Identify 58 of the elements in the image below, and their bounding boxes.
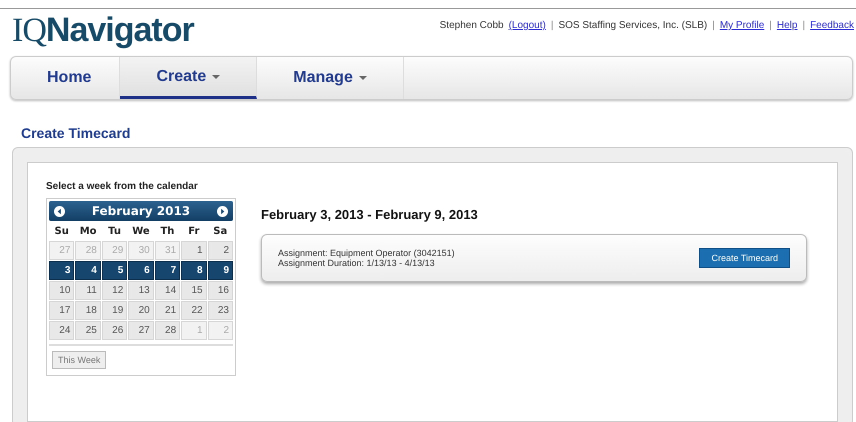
- weekday-label: Th: [159, 225, 176, 239]
- header-link[interactable]: Feedback: [810, 20, 854, 31]
- day-cell[interactable]: 7: [154, 261, 180, 280]
- weekday-label: Su: [54, 225, 70, 239]
- day-cell[interactable]: 12: [102, 281, 128, 300]
- nav-tab[interactable]: Manage: [257, 57, 404, 99]
- day-cell[interactable]: 3: [49, 261, 74, 280]
- day-cell[interactable]: 20: [128, 301, 154, 320]
- day-cell[interactable]: 21: [154, 301, 180, 320]
- header-text: SOS Staffing Services, Inc. (SLB): [558, 20, 708, 31]
- next-icon[interactable]: [216, 206, 228, 216]
- day-cell[interactable]: 25: [75, 321, 101, 340]
- day-cell[interactable]: 27: [128, 321, 154, 340]
- page-title: Create Timecard: [21, 125, 132, 141]
- day-cell[interactable]: 15: [181, 281, 207, 300]
- previous-icon[interactable]: [54, 206, 65, 216]
- nav-tab[interactable]: Create: [120, 57, 258, 99]
- day-cell[interactable]: 23: [208, 301, 233, 320]
- day-cell[interactable]: 11: [75, 281, 101, 300]
- header-link[interactable]: My Profile: [720, 20, 764, 31]
- day-cell[interactable]: 18: [75, 301, 101, 320]
- header-text: Stephen Cobb: [440, 20, 504, 31]
- header-link[interactable]: Help: [776, 20, 798, 31]
- day-cell[interactable]: 17: [49, 301, 74, 320]
- day-cell[interactable]: 4: [75, 261, 101, 280]
- day-cell[interactable]: 8: [181, 261, 207, 280]
- day-cell[interactable]: 5: [102, 261, 128, 280]
- separator: |: [712, 20, 715, 31]
- weekday-label: We: [131, 225, 151, 239]
- weekday-label: Fr: [187, 225, 200, 239]
- day-cell[interactable]: 28: [154, 321, 180, 340]
- day-cell[interactable]: 16: [208, 281, 233, 300]
- week-range: February 3, 2013 - February 9, 2013: [261, 207, 479, 222]
- assignment-text: Assignment: Equipment Operator (3042151): [278, 248, 455, 258]
- day-cell[interactable]: 1: [181, 241, 207, 260]
- weekday-label: Sa: [212, 225, 228, 239]
- day-cell[interactable]: 9: [208, 261, 233, 280]
- weekday-label: Tu: [107, 225, 122, 239]
- day-cell[interactable]: 26: [102, 321, 128, 340]
- separator: |: [802, 20, 806, 31]
- day-cell[interactable]: 2: [208, 241, 233, 260]
- day-cell[interactable]: 10: [49, 281, 74, 300]
- create-timecard-button[interactable]: Create Timecard: [699, 248, 790, 268]
- day-cell[interactable]: 22: [181, 301, 207, 320]
- assignment-duration: Assignment Duration: 1/13/13 - 4/13/13: [278, 258, 436, 268]
- month-label: February 2013: [92, 204, 190, 218]
- day-cell[interactable]: 24: [49, 321, 74, 340]
- separator: |: [550, 20, 554, 31]
- calendar-prompt: Select a week from the calendar: [46, 181, 199, 192]
- day-cell[interactable]: 13: [128, 281, 154, 300]
- header-link[interactable]: (Logout): [508, 20, 546, 31]
- day-cell[interactable]: 19: [102, 301, 128, 320]
- this-week-button[interactable]: This Week: [52, 351, 106, 369]
- logo[interactable]: IQNavigator: [12, 11, 194, 50]
- day-cell[interactable]: 14: [154, 281, 180, 300]
- separator: |: [769, 20, 772, 31]
- day-cell[interactable]: 6: [128, 261, 154, 280]
- weekday-label: Mo: [78, 225, 98, 239]
